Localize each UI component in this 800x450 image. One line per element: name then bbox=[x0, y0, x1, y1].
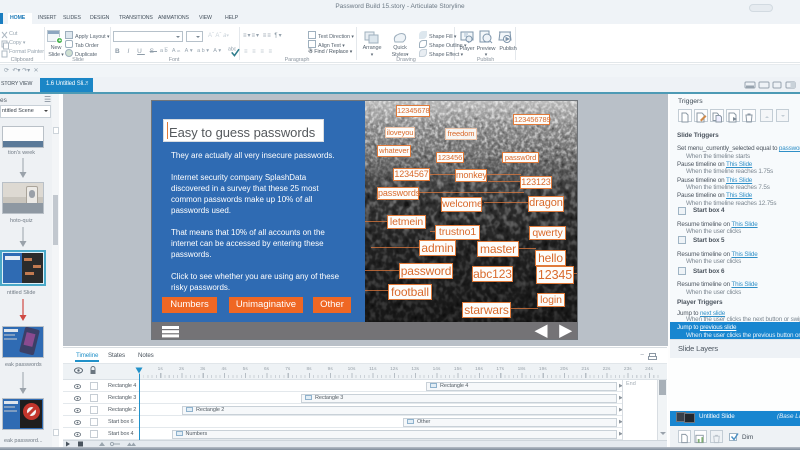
svg-text:abc: abc bbox=[228, 46, 237, 52]
